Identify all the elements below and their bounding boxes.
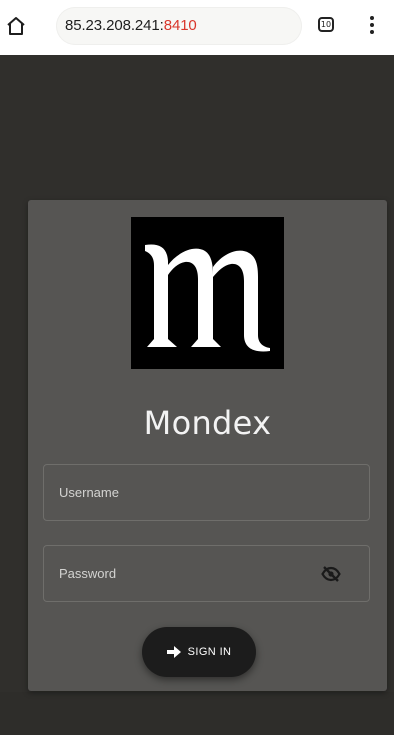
more-vertical-icon[interactable]	[369, 16, 375, 36]
username-placeholder: Username	[59, 485, 119, 500]
tabs-icon[interactable]: 10	[318, 17, 334, 32]
username-field[interactable]: Username	[43, 464, 370, 521]
url-port: 8410	[163, 17, 197, 34]
browser-toolbar: 85.23.208.241:8410 10	[0, 0, 394, 55]
arrow-right-icon	[166, 646, 181, 658]
brand-title: Mondex	[143, 404, 272, 442]
url-text: 85.23.208.241:8410	[65, 7, 197, 45]
password-placeholder: Password	[59, 566, 117, 581]
password-field[interactable]: Password	[43, 545, 370, 602]
eye-off-icon[interactable]	[321, 565, 341, 583]
home-icon[interactable]	[4, 14, 28, 38]
sign-in-label: SIGN IN	[187, 646, 232, 658]
page-footer-area	[0, 692, 394, 735]
mondex-logo-icon	[131, 217, 284, 369]
url-host: 85.23.208.241:	[65, 17, 164, 34]
sign-in-content: SIGN IN	[142, 627, 256, 677]
address-bar[interactable]: 85.23.208.241:8410	[56, 7, 302, 45]
sign-in-button[interactable]: SIGN IN	[142, 627, 256, 677]
login-card: Mondex Username Password SIGN IN	[28, 200, 387, 691]
